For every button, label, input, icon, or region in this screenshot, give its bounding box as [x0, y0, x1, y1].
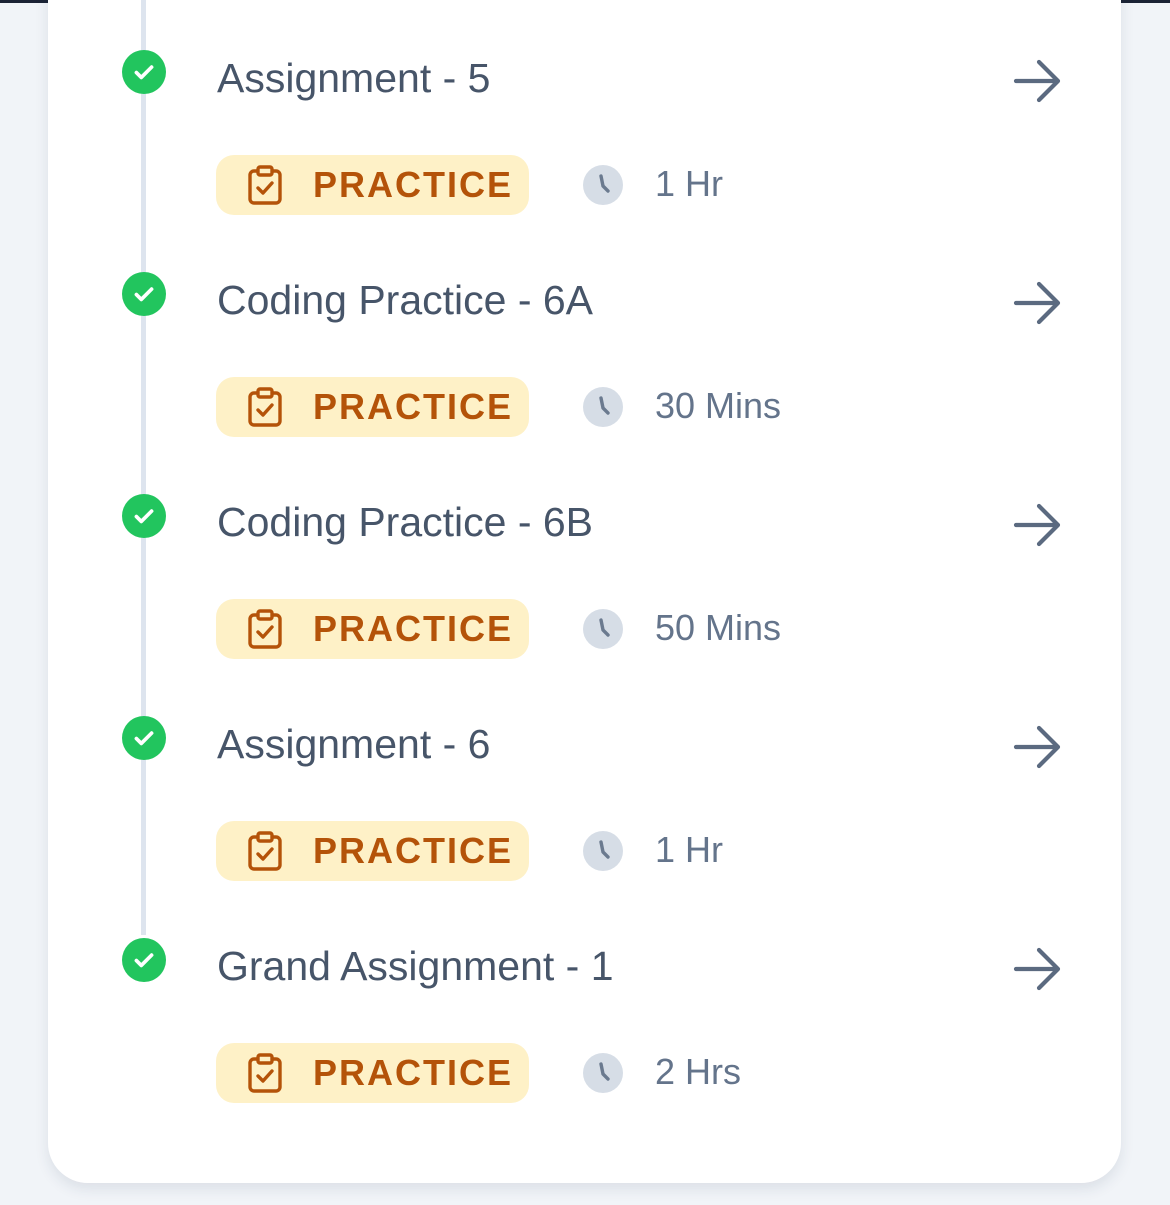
clock-icon — [583, 1053, 623, 1093]
item-title[interactable]: Coding Practice - 6B — [217, 496, 593, 548]
clock-icon — [583, 165, 623, 205]
practice-badge: PRACTICE — [216, 821, 529, 881]
clipboard-check-icon — [248, 387, 282, 427]
duration-text: 2 Hrs — [655, 1051, 742, 1092]
badge-label: PRACTICE — [313, 386, 514, 427]
practice-badge: PRACTICE — [216, 155, 529, 215]
clock-icon — [583, 609, 623, 649]
badge-label: PRACTICE — [313, 608, 514, 649]
duration-text: 30 Mins — [655, 385, 782, 426]
practice-badge: PRACTICE — [216, 599, 529, 659]
duration-text: 50 Mins — [655, 607, 782, 648]
badge-label: PRACTICE — [313, 830, 514, 871]
check-circle-icon — [122, 938, 166, 982]
list-item[interactable]: Assignment - 6 PRACTICE 1 Hr — [0, 666, 1170, 888]
check-circle-icon — [122, 272, 166, 316]
arrow-right-icon[interactable] — [1012, 277, 1064, 329]
duration-text: 1 Hr — [655, 829, 724, 870]
arrow-right-icon[interactable] — [1012, 55, 1064, 107]
clipboard-check-icon — [248, 165, 282, 205]
item-title[interactable]: Coding Practice - 6A — [217, 274, 593, 326]
clock-icon — [583, 387, 623, 427]
clock-icon — [583, 831, 623, 871]
list-item[interactable]: Assignment - 5 PRACTICE 1 Hr — [0, 0, 1170, 222]
duration-text: 1 Hr — [655, 163, 724, 204]
practice-badge: PRACTICE — [216, 1043, 529, 1103]
list-item[interactable]: Coding Practice - 6A PRACTICE 30 Mins — [0, 222, 1170, 444]
arrow-right-icon[interactable] — [1012, 499, 1064, 551]
item-title[interactable]: Assignment - 5 — [217, 52, 490, 104]
item-title[interactable]: Grand Assignment - 1 — [217, 940, 614, 992]
clipboard-check-icon — [248, 831, 282, 871]
arrow-right-icon[interactable] — [1012, 943, 1064, 995]
item-title[interactable]: Assignment - 6 — [217, 718, 490, 770]
list-item[interactable]: Grand Assignment - 1 PRACTICE 2 Hrs — [0, 888, 1170, 1110]
check-circle-icon — [122, 716, 166, 760]
badge-label: PRACTICE — [313, 164, 514, 205]
clipboard-check-icon — [248, 1053, 282, 1093]
arrow-right-icon[interactable] — [1012, 721, 1064, 773]
check-circle-icon — [122, 50, 166, 94]
badge-label: PRACTICE — [313, 1052, 514, 1093]
clipboard-check-icon — [248, 609, 282, 649]
check-circle-icon — [122, 494, 166, 538]
practice-badge: PRACTICE — [216, 377, 529, 437]
list-item[interactable]: Coding Practice - 6B PRACTICE 50 Mins — [0, 444, 1170, 666]
